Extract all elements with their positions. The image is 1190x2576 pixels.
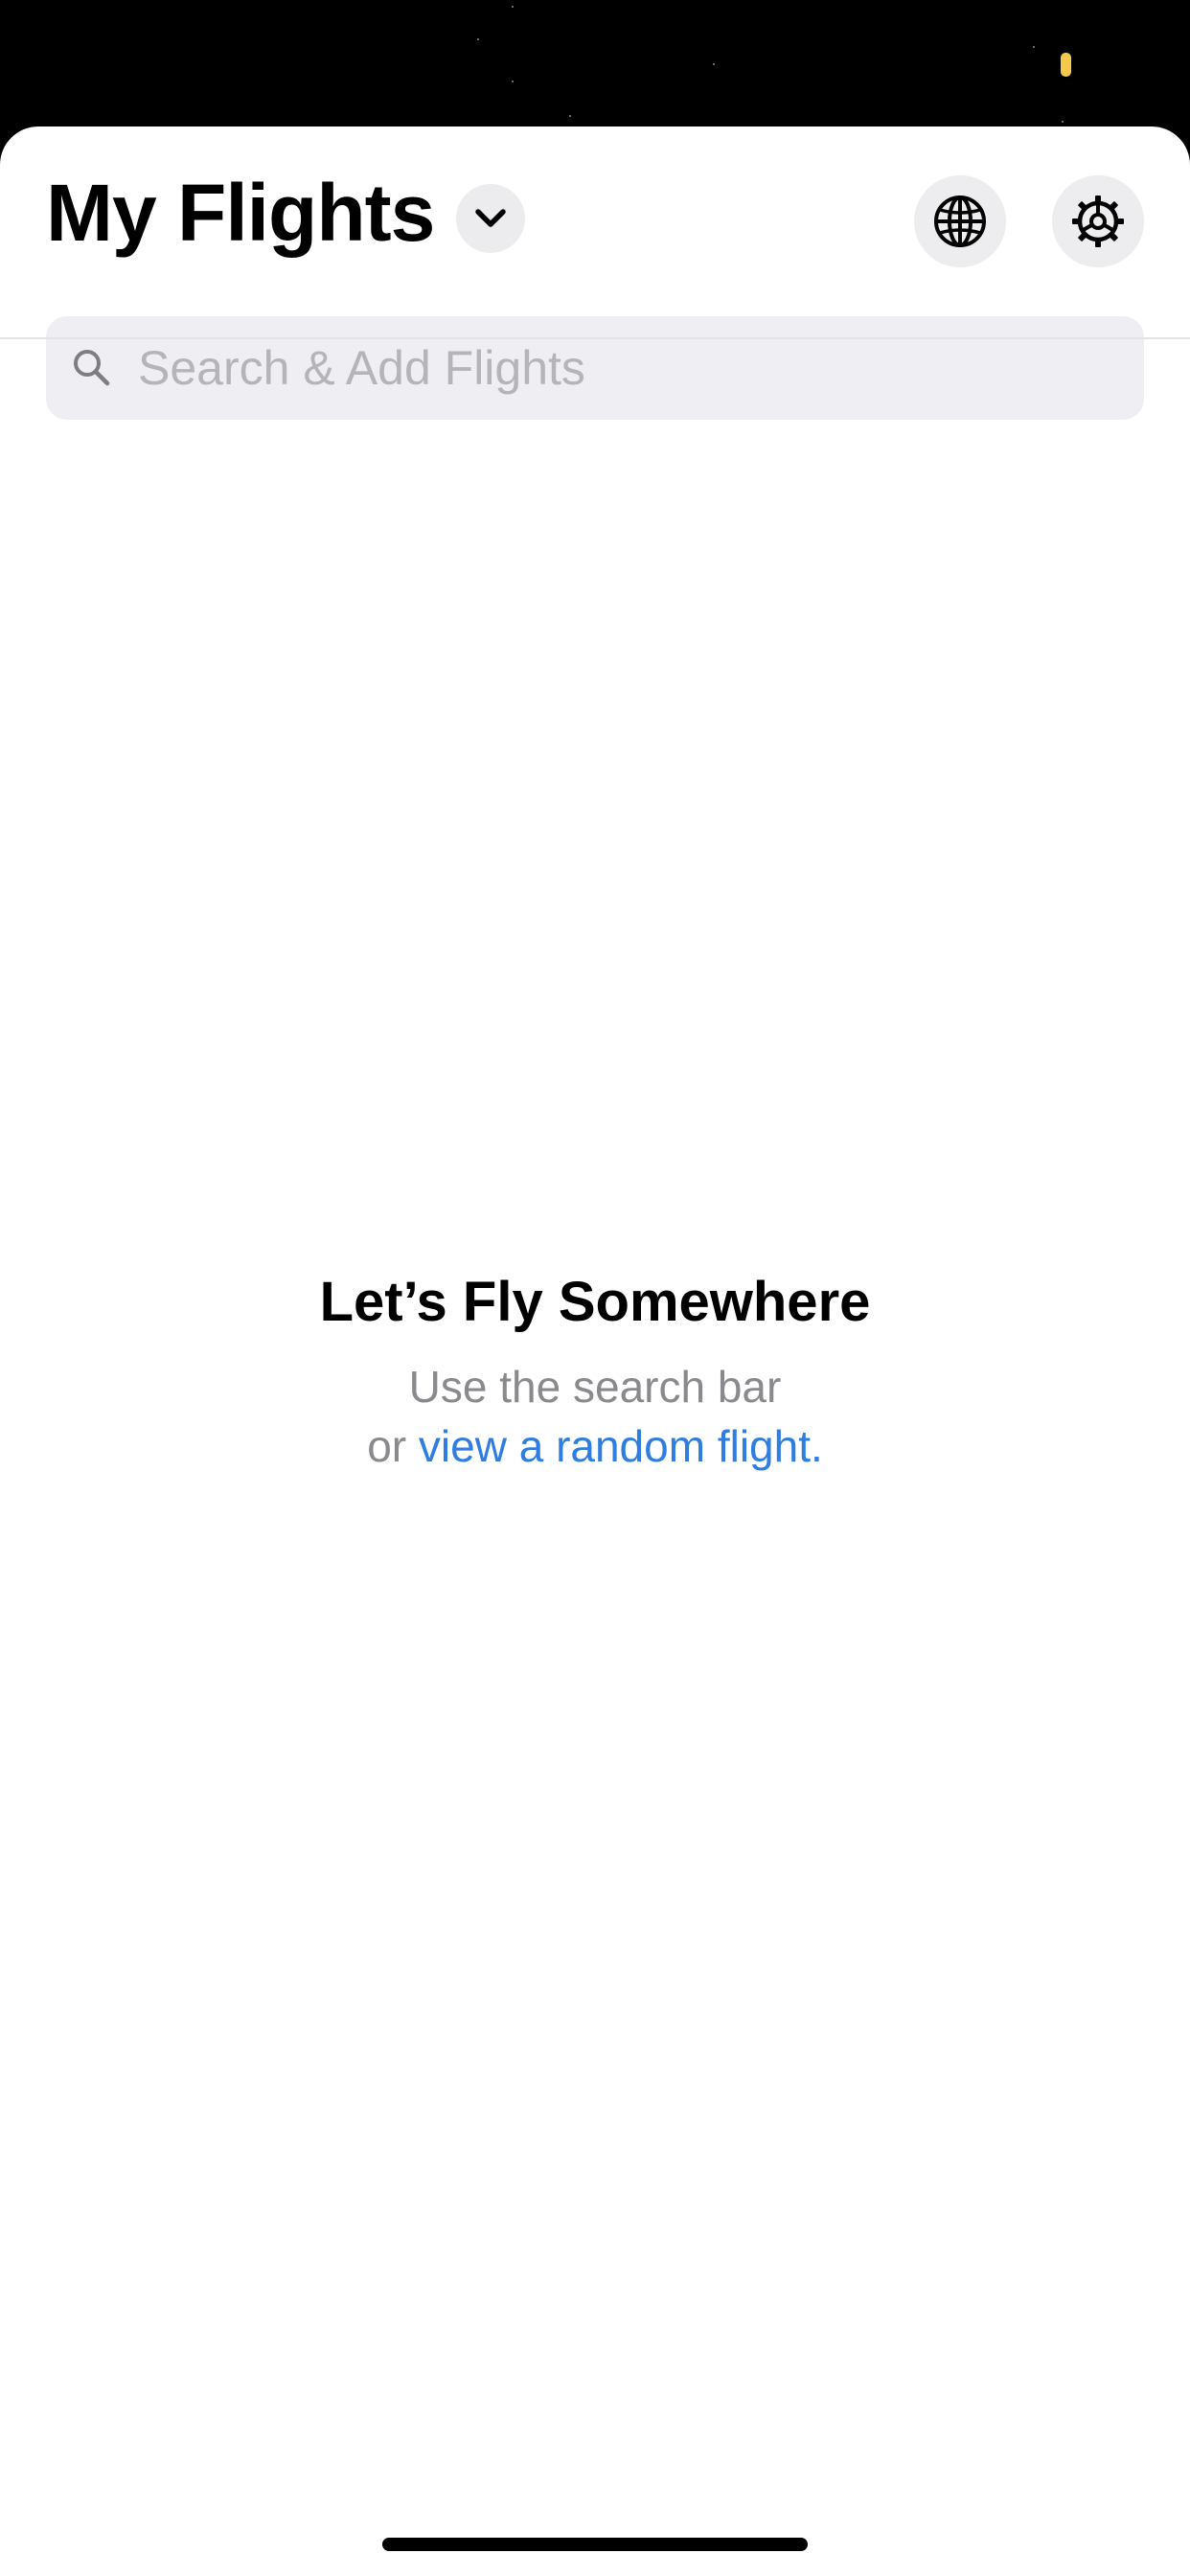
star (1033, 46, 1035, 48)
settings-button[interactable] (1052, 175, 1144, 267)
random-flight-link[interactable]: view a random flight. (419, 1421, 823, 1471)
status-indicator (1061, 53, 1071, 77)
app-screen: My Flights Search & Add Flights Let’s Fl… (0, 0, 1190, 2576)
empty-state: Let’s Fly Somewhere Use the search bar o… (0, 1275, 1190, 1476)
empty-state-line1: Use the search bar (408, 1362, 782, 1412)
empty-state-title: Let’s Fly Somewhere (319, 1271, 871, 1333)
empty-state-prefix: or (367, 1421, 419, 1472)
search-icon (74, 350, 110, 386)
star (1062, 121, 1064, 123)
globe-icon (934, 196, 986, 247)
empty-state-line2: or view a random flight. (0, 1416, 1190, 1476)
star (512, 6, 514, 8)
search-input[interactable] (138, 316, 1125, 420)
page-title: My Flights (46, 168, 435, 258)
search-bar[interactable] (46, 316, 1144, 420)
star (512, 80, 514, 82)
title-dropdown-button[interactable] (456, 184, 525, 253)
star (713, 63, 715, 65)
gear-icon (1072, 196, 1124, 247)
star (569, 115, 571, 117)
globe-button[interactable] (914, 175, 1006, 267)
chevron-down-icon (475, 209, 506, 227)
header-divider (0, 337, 1190, 339)
home-indicator[interactable] (382, 2538, 808, 2551)
star (477, 38, 479, 40)
